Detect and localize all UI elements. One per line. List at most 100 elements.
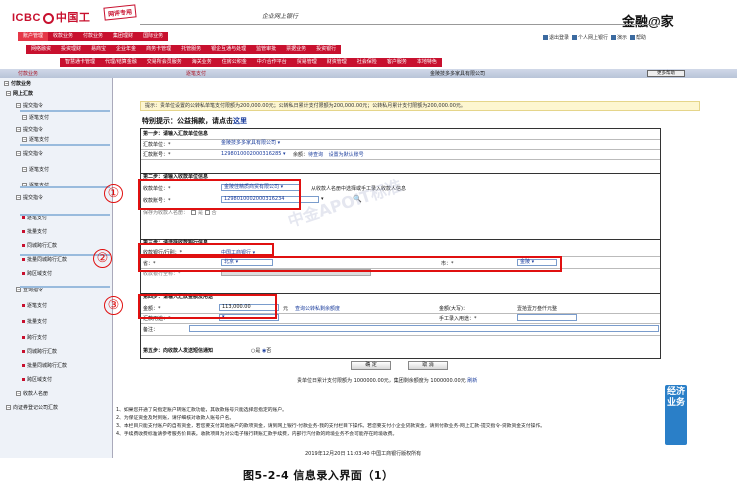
save-no-label: 否 — [211, 210, 217, 216]
menu-item[interactable]: 商务卡管理 — [141, 45, 176, 54]
sidebar-item-label: 向证券登记公司汇款 — [13, 405, 59, 411]
icbc-logo: ICBC 中国工 — [12, 12, 91, 24]
sidebar-item-label: 跨行支付 — [27, 335, 48, 341]
menu-item[interactable]: 客户服务 — [382, 58, 412, 67]
highlight-box-2a — [138, 243, 274, 256]
sidebar-item-label: 提交指令 — [23, 151, 44, 157]
payer-account-label: 汇款账号：* — [143, 152, 171, 158]
top-link[interactable]: 退出登录 — [543, 34, 569, 41]
sidebar-item[interactable]: − 提交指令 — [16, 194, 43, 201]
sidebar-item[interactable]: − 提交指令 — [16, 102, 43, 109]
sms-no-label: 否 — [266, 348, 272, 354]
menu-item[interactable]: 投资理财 — [56, 45, 86, 54]
more-help-button[interactable]: 更多帮助 — [647, 70, 685, 77]
menu-item[interactable]: 托管服务 — [176, 45, 206, 54]
sidebar-item-label: 批量支付 — [27, 319, 48, 325]
sidebar-item[interactable]: − 付款业务 — [4, 80, 31, 87]
menu-item[interactable]: 收款业务 — [48, 32, 78, 41]
sidebar-item-label: 逐笔支付 — [29, 167, 50, 173]
menu-item[interactable]: 中介合作平台 — [252, 58, 292, 67]
menu-item[interactable]: 易商宝 — [86, 45, 111, 54]
sidebar-item[interactable]: 批量支付 — [22, 228, 47, 235]
sidebar-item[interactable]: −逐笔支付 — [22, 114, 49, 121]
sidebar-item[interactable]: 批量同城跨行汇款 — [22, 256, 67, 263]
payer-account-select[interactable]: 1298010002000316285 ▾ — [221, 151, 286, 157]
sidebar-item[interactable]: − 提交指令 — [16, 150, 43, 157]
save-payee-options[interactable]: 是 否 — [191, 209, 217, 216]
sidebar-item[interactable]: − 收款人名册 — [16, 390, 48, 397]
payer-select[interactable]: 金陵技多多家具有限公司 ▾ — [219, 141, 301, 148]
menu-row-3: 智慧通卡管理 代理/结算金融 交易所会员服务 海关业务 住房公积金 中介合作平台 贸易管理财… — [60, 58, 442, 67]
query-limit-link[interactable]: 查询公转私剩余额度 — [295, 305, 340, 312]
menu-item[interactable]: 监管审批 — [251, 45, 281, 54]
menu-item[interactable]: 账户管理 — [18, 32, 49, 41]
expand-icon: − — [6, 405, 11, 410]
row-divider — [141, 335, 660, 336]
balance-query-link[interactable]: 待查询 — [308, 152, 323, 158]
menu-item[interactable]: 银企互通与处理 — [206, 45, 251, 54]
sms-options[interactable]: ○是 ◉否 — [251, 347, 271, 354]
balance-area: 余额：待查询 设置为默认账号 — [293, 151, 364, 158]
menu-item[interactable]: 财资管理 — [322, 58, 352, 67]
daily-limit-text: 贵单位日累计支付限额为 1000000.00元，集团剩余额度为 1000000.… — [297, 378, 466, 384]
sidebar-item[interactable]: − 网上汇款 — [6, 90, 33, 97]
top-link[interactable]: 个人网上银行 — [572, 34, 608, 41]
top-link[interactable]: 演示 — [611, 34, 627, 41]
top-links: 退出登录 个人网上银行 演示 帮助 — [543, 34, 646, 41]
sidebar-item[interactable]: 同城跨行汇款 — [22, 348, 57, 355]
sidebar-item[interactable]: 跨行支付 — [22, 334, 47, 341]
sidebar-item[interactable]: −逐笔支付 — [22, 136, 49, 143]
sidebar-item[interactable]: − 提交指令 — [16, 126, 43, 133]
icbc-emblem-icon — [42, 12, 54, 24]
menu-item[interactable]: 海关业务 — [187, 58, 217, 67]
radio-icon[interactable] — [191, 210, 196, 215]
cancel-button[interactable]: 取 消 — [408, 361, 448, 370]
confirm-button[interactable]: 确 定 — [351, 361, 391, 370]
special-tip: 特别提示：公益捐款，请点击这里 — [142, 116, 247, 126]
highlight-box-3 — [138, 294, 277, 319]
radio-icon[interactable] — [204, 210, 210, 215]
sidebar-item[interactable]: 跨区域支付 — [22, 270, 52, 277]
menu-item[interactable]: 住房公积金 — [217, 58, 252, 67]
menu-item[interactable]: 国际业务 — [138, 32, 168, 41]
menu-item[interactable]: 交易所会员服务 — [142, 58, 187, 67]
menu-item[interactable]: 票据业务 — [281, 45, 311, 54]
menu-item[interactable]: 网络融资 — [26, 45, 56, 54]
sidebar-item-label: 提交指令 — [23, 103, 44, 109]
sidebar-item[interactable]: −逐笔支付 — [22, 166, 49, 173]
sidebar-item[interactable]: 同城跨行汇款 — [22, 242, 57, 249]
expand-icon: − — [16, 391, 21, 396]
menu-item[interactable]: 代理/结算金融 — [100, 58, 142, 67]
menu-item[interactable]: 付款业务 — [78, 32, 108, 41]
expand-icon: − — [16, 127, 21, 132]
sidebar-item[interactable]: 跨区域支付 — [22, 376, 52, 383]
manual-purpose-input[interactable] — [517, 314, 577, 321]
figure-caption: 图5-2-4 信息录入界面（1） — [243, 469, 394, 482]
expand-icon: − — [4, 81, 9, 86]
sidebar-divider — [20, 186, 110, 188]
sidebar-item[interactable]: 批量支付 — [22, 318, 47, 325]
expand-icon: − — [22, 167, 27, 172]
sidebar-item[interactable]: − 向证券登记公司汇款 — [6, 404, 58, 411]
menu-item[interactable]: 企业年金 — [111, 45, 141, 54]
sidebar-divider — [20, 144, 110, 146]
notes: 1、如果您开通了向指定账户转账汇款功能，其收款账号只能选择您指定的账户。 2、为保… — [116, 407, 545, 439]
menu-item[interactable]: 集团理财 — [108, 32, 138, 41]
consult-tab[interactable]: 经济业务 — [665, 385, 687, 445]
sidebar-item-label: 批量支付 — [27, 229, 48, 235]
daily-limit-info: 贵单位日累计支付限额为 1000000.00元，集团剩余额度为 1000000.… — [297, 377, 477, 384]
sidebar-item[interactable]: 逐笔支付 — [22, 302, 47, 309]
remark-input[interactable] — [189, 325, 659, 332]
note-line: 1、如果您开通了向指定账户转账汇款功能，其收款账号只能选择您指定的账户。 — [116, 408, 287, 413]
sidebar-item[interactable]: 批量同城跨行汇款 — [22, 362, 67, 369]
refresh-link[interactable]: 刷新 — [467, 378, 477, 384]
set-default-link[interactable]: 设置为默认账号 — [329, 152, 364, 158]
save-payee-label: 保存为收款人名册： — [143, 210, 189, 216]
menu-item[interactable]: 投资银行 — [311, 45, 341, 54]
top-link[interactable]: 帮助 — [630, 34, 646, 41]
menu-item[interactable]: 本地特色 — [412, 58, 442, 67]
menu-item[interactable]: 社会保险 — [352, 58, 382, 67]
donation-link[interactable]: 这里 — [233, 117, 247, 125]
menu-item[interactable]: 智慧通卡管理 — [60, 58, 100, 67]
menu-item[interactable]: 贸易管理 — [292, 58, 322, 67]
